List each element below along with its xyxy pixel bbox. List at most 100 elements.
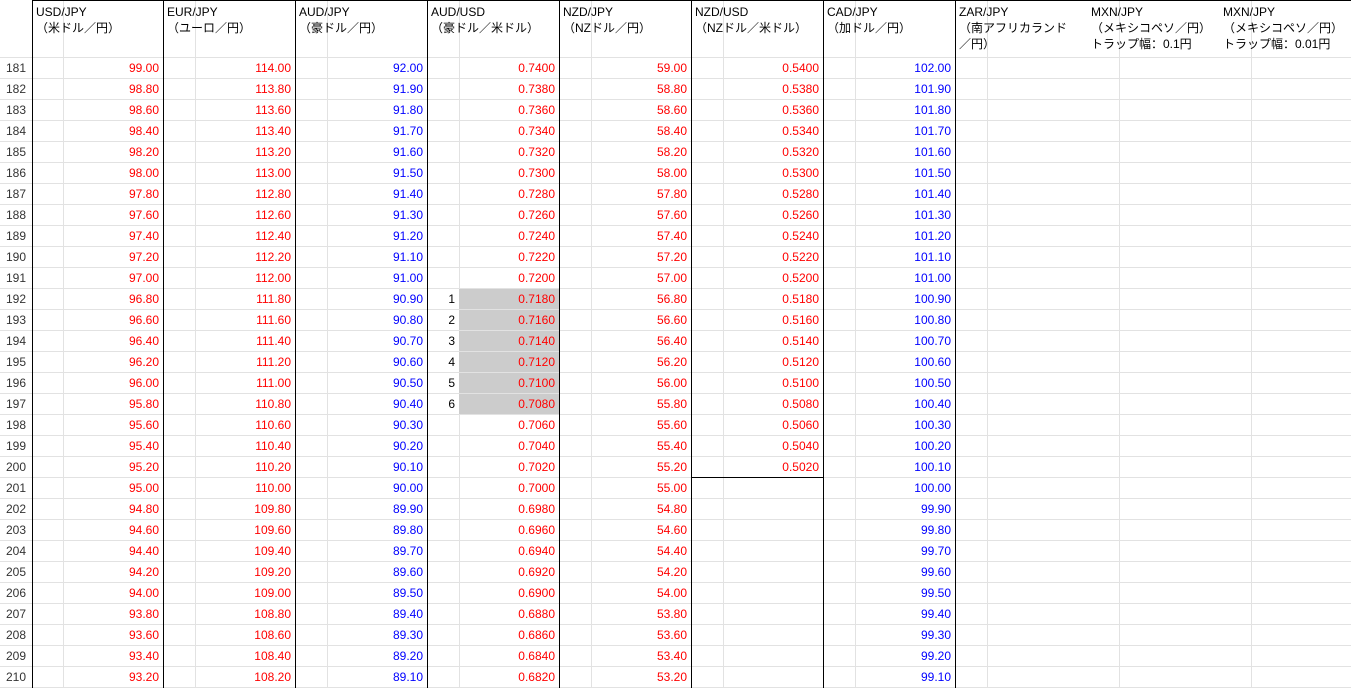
aud-usd-cell[interactable]: 0.7100 [459,373,559,394]
aud-usd-cell[interactable]: 0.7060 [459,415,559,436]
usd-jpy-cell[interactable]: 96.40 [32,331,163,352]
aud-jpy-cell[interactable]: 91.40 [295,184,427,205]
cad-jpy-cell[interactable]: 99.40 [823,604,955,625]
usd-jpy-cell[interactable]: 96.00 [32,373,163,394]
cad-jpy-cell[interactable]: 101.90 [823,79,955,100]
nzd-jpy-cell[interactable]: 55.40 [559,436,691,457]
cad-jpy-cell[interactable]: 101.20 [823,226,955,247]
nzd-jpy-cell[interactable]: 58.60 [559,100,691,121]
aud-jpy-cell[interactable]: 89.70 [295,541,427,562]
column-header[interactable]: AUD/JPY （豪ドル／円） [295,0,427,57]
usd-jpy-cell[interactable]: 94.60 [32,520,163,541]
row-number[interactable]: 188 [0,205,32,226]
row-number[interactable]: 210 [0,667,32,688]
row-number[interactable]: 207 [0,604,32,625]
usd-jpy-cell[interactable]: 97.60 [32,205,163,226]
row-number[interactable]: 196 [0,373,32,394]
aud-jpy-cell[interactable]: 91.70 [295,121,427,142]
row-number[interactable]: 202 [0,499,32,520]
aud-usd-cell[interactable]: 0.6920 [459,562,559,583]
nzd-usd-cell[interactable]: 0.5160 [691,310,823,331]
usd-jpy-cell[interactable]: 98.40 [32,121,163,142]
aud-jpy-cell[interactable]: 89.30 [295,625,427,646]
nzd-usd-cell[interactable]: 0.5200 [691,268,823,289]
nzd-usd-cell[interactable]: 0.5220 [691,247,823,268]
nzd-usd-cell[interactable]: 0.5340 [691,121,823,142]
aud-usd-cell[interactable]: 0.6900 [459,583,559,604]
eur-jpy-cell[interactable]: 114.00 [163,58,295,79]
nzd-usd-cell[interactable]: 0.5380 [691,79,823,100]
trap-order-number[interactable]: 4 [427,352,459,373]
trap-order-number[interactable]: 2 [427,310,459,331]
nzd-usd-cell[interactable]: 0.5020 [691,457,823,478]
cad-jpy-cell[interactable]: 100.50 [823,373,955,394]
usd-jpy-cell[interactable]: 93.40 [32,646,163,667]
usd-jpy-cell[interactable]: 98.80 [32,79,163,100]
eur-jpy-cell[interactable]: 108.60 [163,625,295,646]
aud-usd-cell[interactable]: 0.7140 [459,331,559,352]
nzd-jpy-cell[interactable]: 54.00 [559,583,691,604]
row-number[interactable]: 208 [0,625,32,646]
cad-jpy-cell[interactable]: 100.00 [823,478,955,499]
cad-jpy-cell[interactable]: 99.70 [823,541,955,562]
nzd-jpy-cell[interactable]: 53.60 [559,625,691,646]
aud-usd-cell[interactable]: 0.7120 [459,352,559,373]
cad-jpy-cell[interactable]: 99.80 [823,520,955,541]
aud-jpy-cell[interactable]: 90.00 [295,478,427,499]
aud-usd-cell[interactable]: 0.6840 [459,646,559,667]
aud-usd-cell[interactable]: 0.6880 [459,604,559,625]
row-number[interactable]: 183 [0,100,32,121]
usd-jpy-cell[interactable]: 94.80 [32,499,163,520]
eur-jpy-cell[interactable]: 108.20 [163,667,295,688]
aud-jpy-cell[interactable]: 89.50 [295,583,427,604]
nzd-jpy-cell[interactable]: 54.60 [559,520,691,541]
row-number[interactable]: 206 [0,583,32,604]
nzd-usd-cell[interactable]: 0.5320 [691,142,823,163]
aud-jpy-cell[interactable]: 89.10 [295,667,427,688]
usd-jpy-cell[interactable]: 95.00 [32,478,163,499]
aud-usd-cell[interactable]: 0.6860 [459,625,559,646]
nzd-usd-cell[interactable]: 0.5120 [691,352,823,373]
nzd-jpy-cell[interactable]: 56.80 [559,289,691,310]
eur-jpy-cell[interactable]: 112.80 [163,184,295,205]
usd-jpy-cell[interactable]: 96.20 [32,352,163,373]
row-number[interactable]: 187 [0,184,32,205]
nzd-jpy-cell[interactable]: 57.60 [559,205,691,226]
nzd-usd-cell[interactable]: 0.5360 [691,100,823,121]
nzd-jpy-cell[interactable]: 53.80 [559,604,691,625]
nzd-usd-cell[interactable]: 0.5400 [691,58,823,79]
cad-jpy-cell[interactable]: 101.40 [823,184,955,205]
aud-usd-cell[interactable]: 0.7080 [459,394,559,415]
cad-jpy-cell[interactable]: 100.60 [823,352,955,373]
nzd-usd-cell[interactable]: 0.5280 [691,184,823,205]
aud-usd-cell[interactable]: 0.7340 [459,121,559,142]
row-number[interactable]: 209 [0,646,32,667]
eur-jpy-cell[interactable]: 111.40 [163,331,295,352]
row-number[interactable]: 191 [0,268,32,289]
nzd-jpy-cell[interactable]: 55.80 [559,394,691,415]
row-number[interactable]: 201 [0,478,32,499]
eur-jpy-cell[interactable]: 110.40 [163,436,295,457]
aud-usd-cell[interactable]: 0.7220 [459,247,559,268]
aud-jpy-cell[interactable]: 90.70 [295,331,427,352]
eur-jpy-cell[interactable]: 108.40 [163,646,295,667]
spreadsheet[interactable]: USD/JPY （米ドル／円） EUR/JPY （ユーロ／円） AUD/JPY （豪… [0,0,1351,688]
cad-jpy-cell[interactable]: 100.90 [823,289,955,310]
cad-jpy-cell[interactable]: 100.20 [823,436,955,457]
column-header[interactable]: NZD/USD （NZドル／米ドル） [691,0,823,57]
nzd-jpy-cell[interactable]: 55.00 [559,478,691,499]
usd-jpy-cell[interactable]: 94.20 [32,562,163,583]
row-number[interactable]: 182 [0,79,32,100]
eur-jpy-cell[interactable]: 113.00 [163,163,295,184]
aud-jpy-cell[interactable]: 89.60 [295,562,427,583]
nzd-usd-cell[interactable]: 0.5300 [691,163,823,184]
eur-jpy-cell[interactable]: 109.60 [163,520,295,541]
aud-jpy-cell[interactable]: 89.40 [295,604,427,625]
cad-jpy-cell[interactable]: 99.10 [823,667,955,688]
usd-jpy-cell[interactable]: 95.20 [32,457,163,478]
trap-order-number[interactable]: 3 [427,331,459,352]
aud-jpy-cell[interactable]: 90.40 [295,394,427,415]
usd-jpy-cell[interactable]: 98.60 [32,100,163,121]
aud-jpy-cell[interactable]: 91.00 [295,268,427,289]
eur-jpy-cell[interactable]: 113.40 [163,121,295,142]
